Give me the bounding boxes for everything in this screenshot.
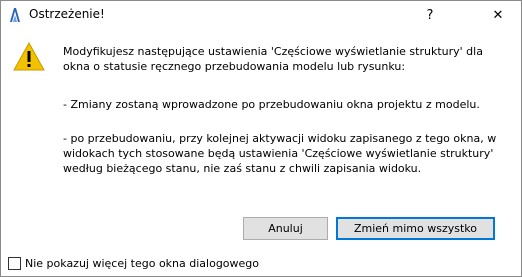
dont-show-again-checkbox[interactable]: [8, 257, 21, 270]
cancel-button[interactable]: Anuluj: [243, 217, 328, 240]
message-paragraph-1: Modyfikujesz następujące ustawienia 'Czę…: [63, 45, 483, 73]
window-title: Ostrzeżenie!: [29, 7, 105, 21]
dont-show-again-label[interactable]: Nie pokazuj więcej tego okna dialogowego: [25, 257, 259, 270]
archicad-logo-icon: [7, 7, 23, 23]
dont-show-again-option[interactable]: Nie pokazuj więcej tego okna dialogowego: [8, 257, 259, 270]
message-paragraph-2: - Zmiany zostaną wprowadzone po przebudo…: [63, 98, 480, 111]
change-anyway-button[interactable]: Zmień mimo wszystko: [336, 217, 495, 240]
message-paragraph-3: - po przebudowaniu, przy kolejnej aktywa…: [63, 132, 497, 175]
warning-triangle-icon: [13, 42, 45, 71]
title-bar[interactable]: Ostrzeżenie! ? ✕: [1, 1, 521, 30]
warning-dialog: Ostrzeżenie! ? ✕ Modyfikujesz następując…: [0, 0, 522, 277]
help-button[interactable]: ?: [407, 1, 453, 30]
close-button[interactable]: ✕: [475, 1, 521, 30]
